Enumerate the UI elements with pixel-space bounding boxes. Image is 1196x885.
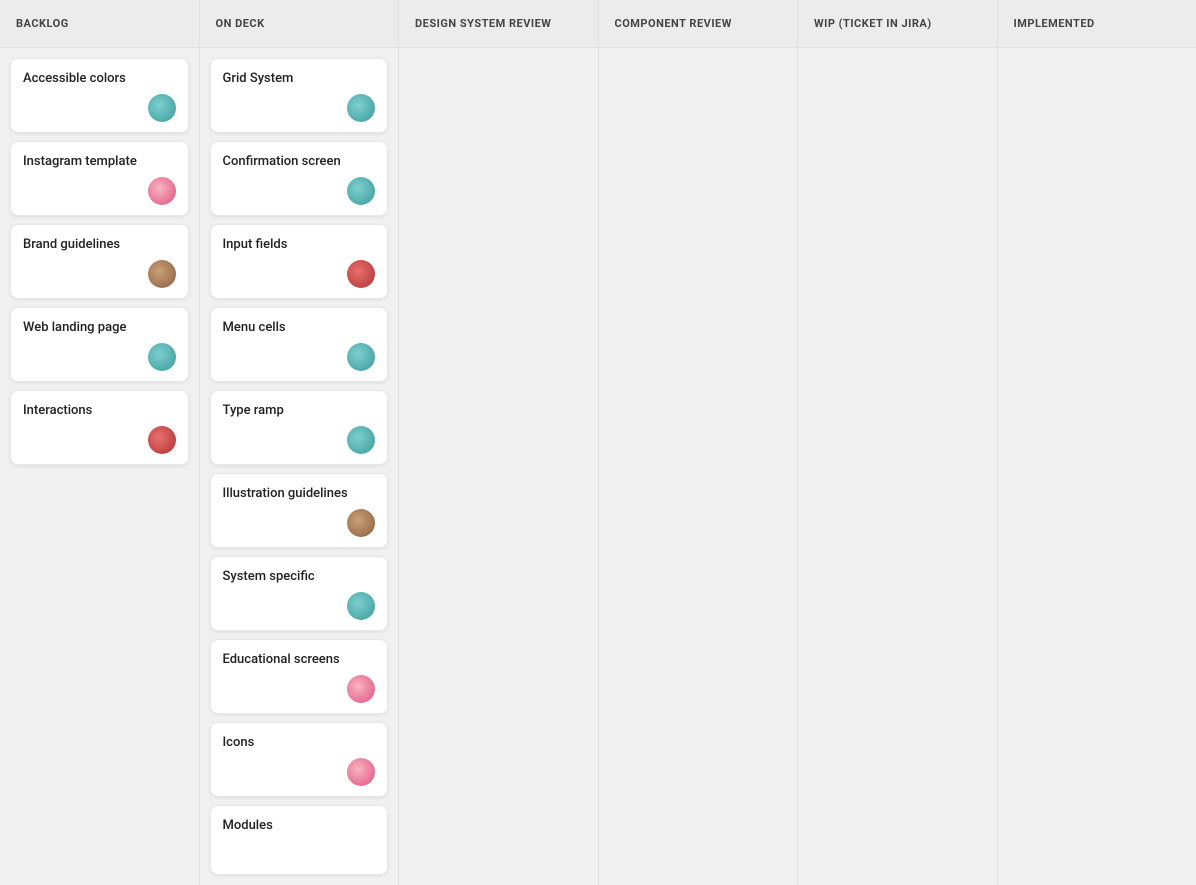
card-footer-illustration-guidelines [223, 509, 376, 537]
card-footer-grid-system [223, 94, 376, 122]
avatar-grid-system [347, 94, 375, 122]
card-title-interactions: Interactions [23, 403, 176, 418]
card-title-icons: Icons [223, 735, 376, 750]
card-title-instagram-template: Instagram template [23, 154, 176, 169]
column-body-design-system-review [399, 48, 598, 885]
card-illustration-guidelines[interactable]: Illustration guidelines [210, 473, 389, 548]
card-title-accessible-colors: Accessible colors [23, 71, 176, 86]
column-design-system-review: DESIGN SYSTEM REVIEW [399, 0, 599, 885]
column-header-component-review: COMPONENT REVIEW [599, 0, 798, 48]
card-instagram-template[interactable]: Instagram template [10, 141, 189, 216]
card-footer-confirmation-screen [223, 177, 376, 205]
card-accessible-colors[interactable]: Accessible colors [10, 58, 189, 133]
card-footer-icons [223, 758, 376, 786]
avatar-educational-screens [347, 675, 375, 703]
card-title-illustration-guidelines: Illustration guidelines [223, 486, 376, 501]
avatar-illustration-guidelines [347, 509, 375, 537]
card-footer-instagram-template [23, 177, 176, 205]
card-title-type-ramp: Type ramp [223, 403, 376, 418]
card-brand-guidelines[interactable]: Brand guidelines [10, 224, 189, 299]
card-modules[interactable]: Modules [210, 805, 389, 875]
card-menu-cells[interactable]: Menu cells [210, 307, 389, 382]
avatar-instagram-template [148, 177, 176, 205]
card-footer-web-landing-page [23, 343, 176, 371]
kanban-board: BACKLOG Accessible colors Instagram templa… [0, 0, 1196, 885]
avatar-system-specific [347, 592, 375, 620]
column-body-wip-ticket-jira [798, 48, 997, 885]
avatar-input-fields [347, 260, 375, 288]
columns-container: BACKLOG Accessible colors Instagram templa… [0, 0, 1196, 885]
card-confirmation-screen[interactable]: Confirmation screen [210, 141, 389, 216]
column-header-implemented: IMPLEMENTED [998, 0, 1196, 48]
column-header-wip-ticket-jira: WIP (TICKET IN JIRA) [798, 0, 997, 48]
column-implemented: IMPLEMENTED [998, 0, 1196, 885]
card-title-input-fields: Input fields [223, 237, 376, 252]
card-footer-interactions [23, 426, 176, 454]
column-body-backlog: Accessible colors Instagram template Brand… [0, 48, 199, 885]
column-body-implemented [998, 48, 1196, 885]
card-title-grid-system: Grid System [223, 71, 376, 86]
card-input-fields[interactable]: Input fields [210, 224, 389, 299]
avatar-icons [347, 758, 375, 786]
card-footer-accessible-colors [23, 94, 176, 122]
card-footer-system-specific [223, 592, 376, 620]
card-web-landing-page[interactable]: Web landing page [10, 307, 189, 382]
card-educational-screens[interactable]: Educational screens [210, 639, 389, 714]
avatar-confirmation-screen [347, 177, 375, 205]
card-grid-system[interactable]: Grid System [210, 58, 389, 133]
column-backlog: BACKLOG Accessible colors Instagram templa… [0, 0, 200, 885]
avatar-brand-guidelines [148, 260, 176, 288]
card-footer-menu-cells [223, 343, 376, 371]
card-title-educational-screens: Educational screens [223, 652, 376, 667]
column-body-on-deck: Grid System Confirmation screen Input fiel… [200, 48, 399, 885]
avatar-accessible-colors [148, 94, 176, 122]
card-system-specific[interactable]: System specific [210, 556, 389, 631]
card-title-menu-cells: Menu cells [223, 320, 376, 335]
column-header-backlog: BACKLOG [0, 0, 199, 48]
card-title-confirmation-screen: Confirmation screen [223, 154, 376, 169]
card-interactions[interactable]: Interactions [10, 390, 189, 465]
avatar-type-ramp [347, 426, 375, 454]
column-wip-ticket-jira: WIP (TICKET IN JIRA) [798, 0, 998, 885]
avatar-web-landing-page [148, 343, 176, 371]
card-icons[interactable]: Icons [210, 722, 389, 797]
avatar-menu-cells [347, 343, 375, 371]
card-title-brand-guidelines: Brand guidelines [23, 237, 176, 252]
column-header-on-deck: ON DECK [200, 0, 399, 48]
card-footer-educational-screens [223, 675, 376, 703]
column-component-review: COMPONENT REVIEW [599, 0, 799, 885]
card-type-ramp[interactable]: Type ramp [210, 390, 389, 465]
card-footer-type-ramp [223, 426, 376, 454]
card-footer-input-fields [223, 260, 376, 288]
avatar-interactions [148, 426, 176, 454]
column-on-deck: ON DECK Grid System Confirmation screen Inp… [200, 0, 400, 885]
card-footer-brand-guidelines [23, 260, 176, 288]
card-title-system-specific: System specific [223, 569, 376, 584]
column-header-design-system-review: DESIGN SYSTEM REVIEW [399, 0, 598, 48]
card-title-modules: Modules [223, 818, 376, 833]
column-body-component-review [599, 48, 798, 885]
card-title-web-landing-page: Web landing page [23, 320, 176, 335]
